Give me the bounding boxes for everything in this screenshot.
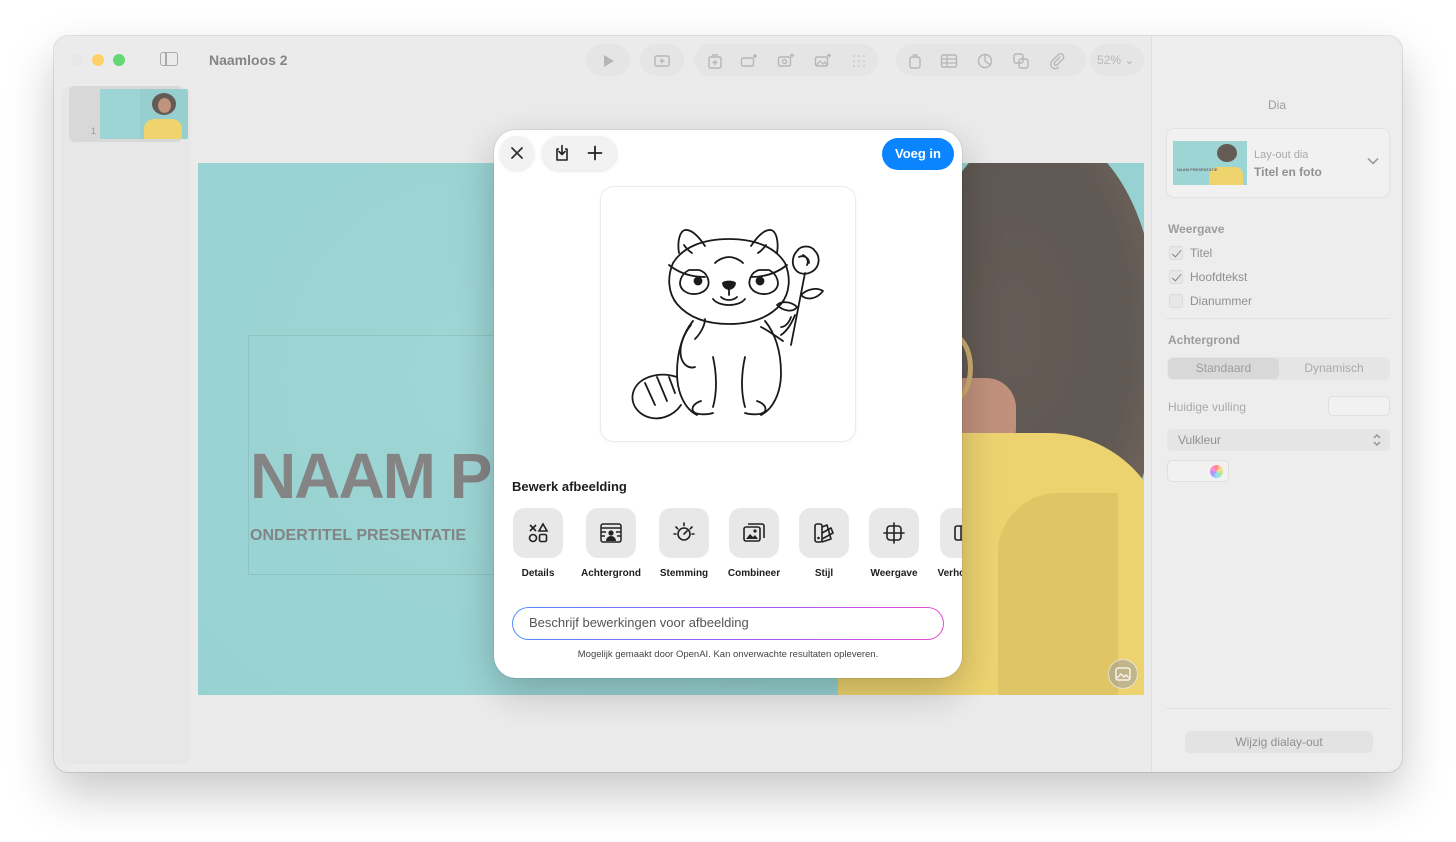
slide-title[interactable]: NAAM P: [250, 439, 492, 513]
color-wheel-icon[interactable]: [1210, 465, 1223, 478]
change-slide-layout-button[interactable]: Wijzig dialay-out: [1185, 731, 1373, 753]
tool-button[interactable]: [659, 508, 709, 558]
edit-image-heading: Bewerk afbeelding: [512, 479, 627, 494]
segment-dynamic[interactable]: Dynamisch: [1279, 358, 1389, 379]
paperclip-icon[interactable]: [1048, 52, 1066, 70]
tool-details[interactable]: Details: [498, 508, 578, 578]
tool-combine[interactable]: Combineer: [714, 508, 794, 578]
tool-button[interactable]: [729, 508, 779, 558]
inspector-panel: Dia NAAM PRESENTATIE Lay-out dia Titel e…: [1151, 36, 1402, 772]
mood-icon: [673, 522, 695, 541]
slide-number: 1: [91, 126, 97, 136]
tool-mood[interactable]: Stemming: [644, 508, 724, 578]
slide-navigator: 1: [61, 86, 191, 764]
tool-button[interactable]: [799, 508, 849, 558]
grid-icon[interactable]: [850, 52, 868, 70]
insert-table-slide-icon[interactable]: [706, 52, 724, 70]
shapes-icon: [528, 522, 549, 543]
style-icon: [814, 523, 834, 543]
checkbox-title[interactable]: Titel: [1169, 245, 1212, 261]
text-icon[interactable]: [906, 52, 924, 70]
divider: [1166, 318, 1390, 319]
combine-icon: [743, 523, 765, 542]
tool-button[interactable]: [940, 508, 962, 558]
sidebar-toggle-icon[interactable]: [160, 52, 178, 66]
table-icon[interactable]: [940, 52, 958, 70]
zoom-window-button[interactable]: [113, 54, 125, 66]
close-dialog-button[interactable]: [500, 136, 534, 170]
color-well[interactable]: [1167, 460, 1229, 482]
insert-toolbar-group: [694, 44, 878, 76]
objects-toolbar-group: [896, 44, 1086, 76]
tool-background[interactable]: Achtergrond: [571, 508, 651, 578]
segment-standard[interactable]: Standaard: [1168, 358, 1279, 379]
image-playground-dialog: Voeg in Bewerk afbeelding Details Achter…: [494, 130, 962, 678]
chart-icon[interactable]: [976, 52, 994, 70]
tool-style[interactable]: Stijl: [784, 508, 864, 578]
layout-value: Titel en foto: [1254, 165, 1322, 179]
close-window-button[interactable]: [71, 54, 83, 66]
layout-thumb-text: NAAM PRESENTATIE: [1177, 167, 1218, 172]
checkbox[interactable]: [1169, 270, 1183, 284]
save-to-files-icon[interactable]: [554, 144, 570, 162]
current-fill-label: Huidige vulling: [1168, 400, 1247, 414]
slide-subtitle[interactable]: ONDERTITEL PRESENTATIE: [250, 527, 466, 545]
slide-layout-picker[interactable]: NAAM PRESENTATIE Lay-out dia Titel en fo…: [1166, 128, 1390, 198]
layout-thumbnail: NAAM PRESENTATIE: [1173, 141, 1247, 185]
background-heading: Achtergrond: [1168, 333, 1240, 347]
play-button[interactable]: [586, 44, 630, 76]
add-slide-button[interactable]: [640, 44, 684, 76]
tool-view[interactable]: Weergave: [854, 508, 934, 578]
shape-icon[interactable]: [1012, 52, 1030, 70]
edit-prompt-input[interactable]: [529, 615, 929, 630]
checkbox-slide-number[interactable]: Dianummer: [1169, 293, 1252, 309]
raccoon-drawing: [631, 229, 824, 420]
close-icon: [511, 147, 523, 159]
crop-icon: [883, 522, 905, 544]
tool-button[interactable]: [586, 508, 636, 558]
select-arrows-icon: [1373, 434, 1381, 446]
background-segmented-control: Standaard Dynamisch: [1167, 357, 1390, 380]
zoom-level: 52% ⌄: [1097, 53, 1135, 67]
fill-type-select[interactable]: Vulkleur: [1167, 429, 1390, 451]
checkbox[interactable]: [1169, 246, 1183, 260]
divider: [1166, 708, 1390, 709]
generated-image[interactable]: [600, 186, 856, 442]
layout-label: Lay-out dia: [1254, 149, 1309, 161]
tool-button[interactable]: [513, 508, 563, 558]
image-icon: [1115, 667, 1131, 681]
checkbox-body[interactable]: Hoofdtekst: [1169, 269, 1247, 285]
add-slide-icon: [653, 52, 671, 70]
background-icon: [600, 523, 622, 543]
edit-tools-row: Details Achtergrond Stemming Combineer S…: [494, 508, 962, 578]
plus-icon[interactable]: [587, 145, 603, 161]
slide-thumbnail-selected[interactable]: 1: [69, 86, 188, 142]
document-title: Naamloos 2: [209, 52, 288, 68]
ratio-icon: [954, 525, 962, 541]
insert-textbox-icon[interactable]: [740, 52, 758, 70]
insert-button[interactable]: Voeg in: [882, 138, 954, 170]
slide-thumbnail: [100, 89, 188, 139]
inspector-tab-slide[interactable]: Dia: [1152, 98, 1402, 112]
edit-prompt-field[interactable]: [512, 607, 944, 640]
tool-button[interactable]: [869, 508, 919, 558]
dialog-actions-pill: [542, 136, 617, 170]
minimize-window-button[interactable]: [92, 54, 104, 66]
insert-media-icon[interactable]: [777, 52, 795, 70]
tool-ratio[interactable]: Verhouding: [925, 508, 962, 578]
insert-image-icon[interactable]: [814, 52, 832, 70]
play-icon: [599, 52, 617, 70]
replace-image-button[interactable]: [1108, 659, 1138, 689]
checkbox[interactable]: [1169, 294, 1183, 308]
chevron-down-icon: [1367, 157, 1379, 165]
appearance-heading: Weergave: [1168, 222, 1225, 236]
current-fill-well[interactable]: [1328, 396, 1390, 416]
photo-shirt-shadow: [998, 493, 1118, 695]
openai-disclaimer: Mogelijk gemaakt door OpenAI. Kan onverw…: [577, 649, 879, 660]
